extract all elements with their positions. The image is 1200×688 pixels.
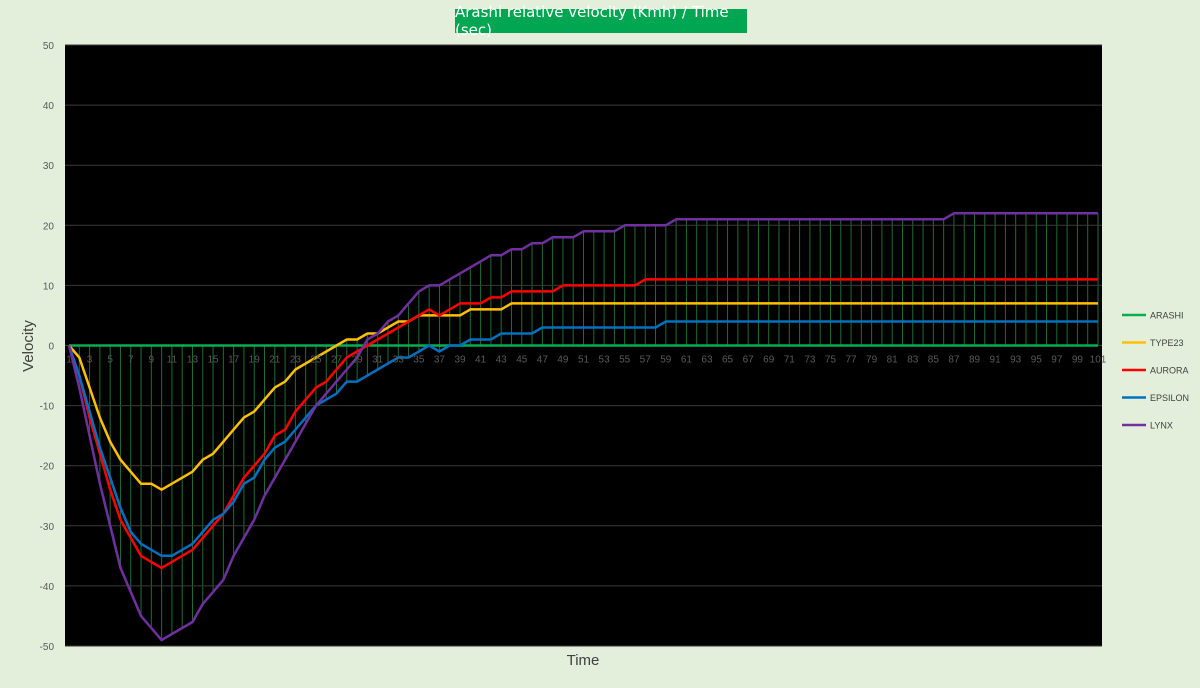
y-tick-label: 20 bbox=[43, 221, 55, 232]
x-tick-label: 75 bbox=[825, 355, 837, 366]
chart: Arashi relative velocity (Kmh) / Time (s… bbox=[0, 0, 1200, 683]
x-tick-label: 81 bbox=[887, 355, 899, 366]
x-tick-label: 47 bbox=[537, 355, 549, 366]
y-axis-label: Velocity bbox=[20, 320, 37, 372]
chart-svg: 50403020100-10-20-30-40-50 1 3 5 7 9 11 13 15 17… bbox=[20, 41, 1189, 669]
y-tick-label: -50 bbox=[40, 642, 55, 653]
x-tick-label: 79 bbox=[866, 355, 878, 366]
x-tick-label: 89 bbox=[969, 355, 981, 366]
x-tick-label: 65 bbox=[722, 355, 734, 366]
x-tick-label: 29 bbox=[352, 355, 364, 366]
legend: ARASHI TYPE23 AURORA EPSILON LYNX bbox=[1122, 311, 1189, 431]
legend-label: AURORA bbox=[1150, 366, 1189, 376]
x-tick-label: 71 bbox=[784, 355, 796, 366]
x-tick-label: 41 bbox=[475, 355, 487, 366]
legend-label: TYPE23 bbox=[1150, 338, 1184, 348]
y-tick-label: -40 bbox=[40, 582, 55, 593]
x-tick-label: 93 bbox=[1010, 355, 1022, 366]
legend-item: LYNX bbox=[1122, 421, 1173, 431]
x-tick-label: 31 bbox=[372, 355, 384, 366]
y-tick-label: 30 bbox=[43, 161, 55, 172]
legend-item: TYPE23 bbox=[1122, 338, 1184, 348]
legend-label: ARASHI bbox=[1150, 311, 1184, 321]
x-tick-label: 25 bbox=[310, 355, 322, 366]
x-tick-label: 61 bbox=[681, 355, 693, 366]
x-tick-label: 23 bbox=[290, 355, 302, 366]
y-tick-label: -20 bbox=[40, 462, 55, 473]
x-tick-label: 67 bbox=[743, 355, 755, 366]
x-tick-label: 77 bbox=[845, 355, 857, 366]
y-tick-label: 50 bbox=[43, 41, 55, 52]
chart-title: Arashi relative velocity (Kmh) / Time (s… bbox=[455, 3, 747, 39]
x-tick-label: 73 bbox=[804, 355, 816, 366]
x-tick-label: 97 bbox=[1051, 355, 1063, 366]
x-tick-label: 85 bbox=[928, 355, 940, 366]
x-tick-label: 39 bbox=[454, 355, 466, 366]
legend-item: AURORA bbox=[1122, 366, 1189, 376]
x-tick-label: 15 bbox=[207, 355, 219, 366]
x-tick-label: 83 bbox=[907, 355, 919, 366]
x-tick-label: 59 bbox=[660, 355, 672, 366]
x-tick-label: 99 bbox=[1072, 355, 1084, 366]
x-tick-label: 43 bbox=[496, 355, 508, 366]
x-tick-label: 7 bbox=[128, 355, 134, 366]
x-tick-label: 69 bbox=[763, 355, 775, 366]
x-tick-label: 53 bbox=[599, 355, 611, 366]
x-tick-label: 13 bbox=[187, 355, 199, 366]
x-tick-label: 95 bbox=[1031, 355, 1043, 366]
x-tick-label: 57 bbox=[640, 355, 652, 366]
legend-item: ARASHI bbox=[1122, 311, 1184, 321]
x-tick-label: 35 bbox=[413, 355, 425, 366]
x-axis-label: Time bbox=[567, 652, 600, 669]
y-tick-label: 0 bbox=[48, 342, 54, 353]
y-axis: 50 40 30 20 10 0 -10 -20 -30 -40 -50 bbox=[40, 41, 55, 653]
x-tick-label: 37 bbox=[434, 355, 446, 366]
x-tick-label: 87 bbox=[948, 355, 960, 366]
y-tick-label: -10 bbox=[40, 402, 55, 413]
y-tick-label: 40 bbox=[43, 101, 55, 112]
x-tick-label: 51 bbox=[578, 355, 590, 366]
x-tick-label: 33 bbox=[393, 355, 405, 366]
x-tick-label: 1 bbox=[66, 355, 72, 366]
legend-item: EPSILON bbox=[1122, 393, 1189, 403]
legend-label: EPSILON bbox=[1150, 393, 1189, 403]
x-tick-label: 91 bbox=[990, 355, 1002, 366]
x-tick-label: 17 bbox=[228, 355, 240, 366]
x-tick-label: 63 bbox=[701, 355, 713, 366]
x-tick-label: 49 bbox=[557, 355, 569, 366]
x-tick-label: 5 bbox=[107, 355, 113, 366]
x-tick-label: 21 bbox=[269, 355, 281, 366]
x-tick-label: 9 bbox=[149, 355, 155, 366]
x-tick-label: 45 bbox=[516, 355, 528, 366]
x-tick-label: 101 bbox=[1090, 355, 1107, 366]
x-tick-label: 19 bbox=[249, 355, 261, 366]
y-tick-label: 10 bbox=[43, 281, 55, 292]
legend-label: LYNX bbox=[1150, 421, 1173, 431]
x-tick-label: 55 bbox=[619, 355, 631, 366]
y-tick-label: -30 bbox=[40, 522, 55, 533]
x-tick-label: 3 bbox=[87, 355, 93, 366]
x-tick-label: 11 bbox=[167, 355, 178, 366]
x-tick-label: 27 bbox=[331, 355, 343, 366]
